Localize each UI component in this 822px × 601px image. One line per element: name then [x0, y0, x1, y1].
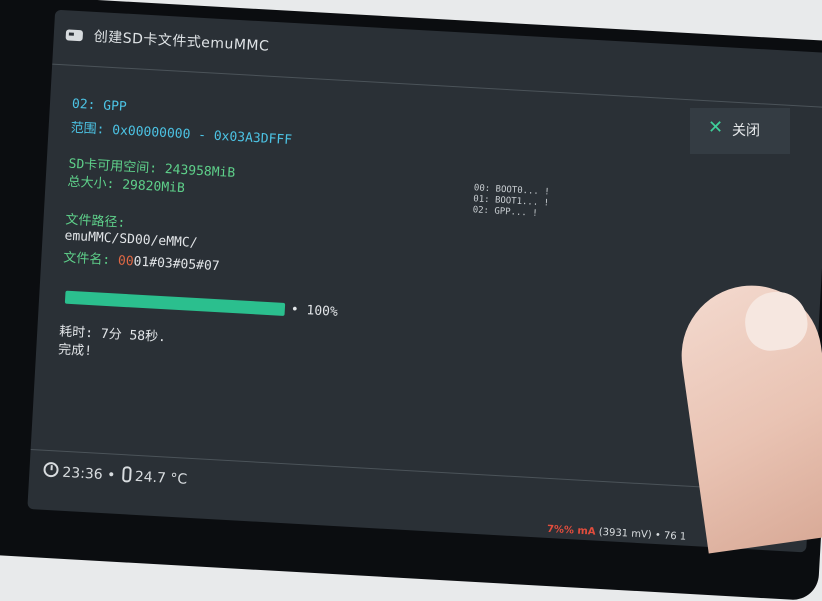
console-device: 创建SD卡文件式emuMMC 02: GPP 范围: 0x00000000 - … [0, 0, 822, 601]
file-name-label: 文件名: [62, 250, 119, 269]
battery-status: 7%% mA (3931 mV) • 76 1 [547, 524, 687, 543]
battery-current: 7%% mA [546, 523, 596, 538]
partition-name: 02: GPP [71, 96, 128, 115]
progress-percent: • 100% [290, 302, 339, 320]
close-button-label: 关闭 [732, 123, 760, 139]
progress-fill [64, 290, 286, 316]
close-button[interactable]: ✕ 关闭 [690, 108, 790, 154]
battery-voltage: (3931 mV) [598, 526, 652, 541]
progress-bar [64, 290, 286, 316]
status-temperature: 24.7 °C [134, 468, 188, 488]
thermometer-icon [121, 466, 132, 483]
status-time: 23:36 [61, 464, 104, 484]
file-path-title: 文件路径: [65, 212, 126, 231]
done-status: 完成! [57, 342, 93, 360]
battery-tail: • 76 1 [654, 529, 687, 543]
close-icon: ✕ [708, 117, 724, 138]
clock-icon [43, 461, 59, 478]
file-name-highlight: 00 [117, 253, 134, 270]
file-name-rest: 01#03#05#07 [133, 254, 220, 275]
status-separator: • [106, 467, 116, 484]
partition-range: 范围: 0x00000000 - 0x03A3DFFF [70, 120, 293, 149]
log-panel: 00: BOOT0... ! 01: BOOT1... ! 02: GPP...… [472, 183, 550, 220]
